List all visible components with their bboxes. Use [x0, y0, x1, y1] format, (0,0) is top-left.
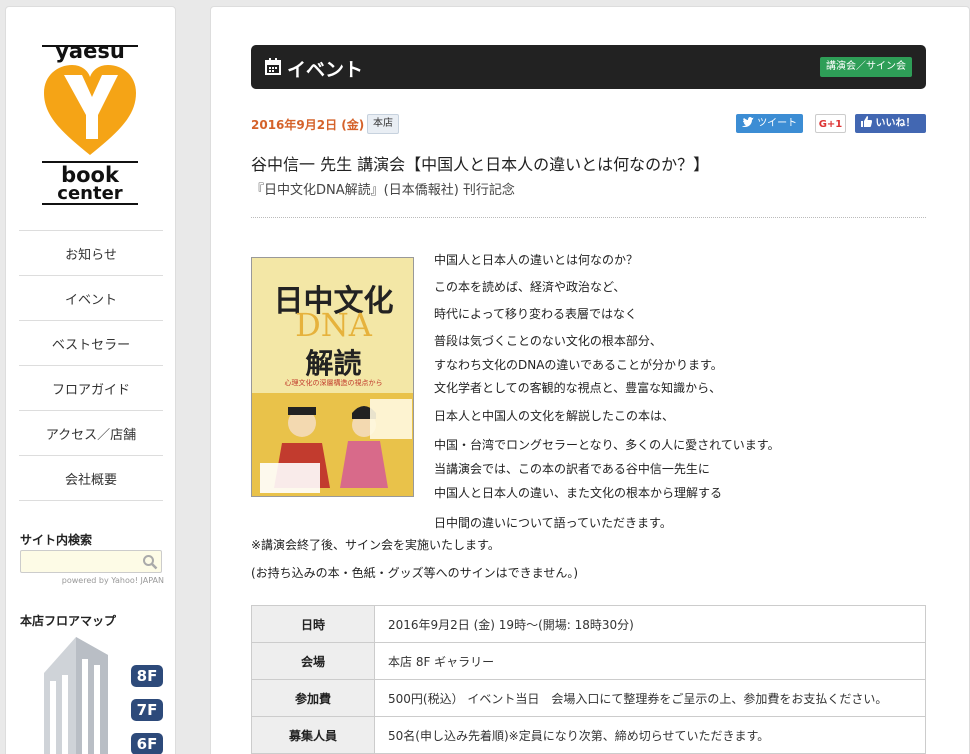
description-line: 当講演会では、この本の訳者である谷中信一先生に — [434, 461, 710, 476]
description-line: 中国人と日本人の違いとは何なのか？ — [434, 253, 639, 267]
calendar-icon — [265, 58, 281, 75]
sidebar-nav: お知らせ イベント ベストセラー フロアガイド アクセス／店舗 会社概要 — [19, 230, 163, 501]
nav-item-bestsellers[interactable]: ベストセラー — [19, 321, 163, 366]
book-cover-tagline: 心理文化の深層構造の視点から — [284, 379, 383, 387]
description-line: 中国・台湾でロングセラーとなり、多くの人に愛されています。 — [434, 437, 780, 452]
event-title: 谷中信一 先生 講演会【中国人と日本人の違いとは何なのか？】 — [251, 155, 710, 174]
description-line: 文化学者としての客観的な視点と、豊富な知識から、 — [434, 380, 722, 395]
nav-item-floor-guide[interactable]: フロアガイド — [19, 366, 163, 411]
detail-value: 500円(税込） イベント当日 会場入口にて整理券をご呈示の上、参加費をお支払く… — [374, 679, 926, 717]
description-line: 日本人と中国人の文化を解説したこの本は、 — [434, 408, 675, 423]
logo-text-center: center — [57, 183, 123, 204]
event-subtitle: 『日中文化DNA解読』(日本僑報社) 刊行記念 — [251, 183, 515, 198]
nav-item-news[interactable]: お知らせ — [19, 231, 163, 276]
page-title: イベント — [287, 59, 364, 81]
floor-badge-6f[interactable]: 6F — [131, 733, 163, 754]
nav-item-company[interactable]: 会社概要 — [19, 456, 163, 501]
sidebar: yaesu book center お知らせ イベント ベストセラー フロアガイ… — [5, 6, 176, 754]
section-header: イベント 講演会／サイン会 — [251, 45, 926, 89]
description-line: この本を読めば、経済や政治など、 — [434, 279, 626, 294]
detail-value: 本店 8F ギャラリー — [374, 642, 926, 680]
like-label: いいね！ — [875, 118, 916, 129]
category-badge[interactable]: 講演会／サイン会 — [820, 57, 912, 77]
book-cover-kaidoku: 解読 — [305, 347, 362, 380]
yaesu-logo[interactable]: yaesu book center — [42, 41, 138, 205]
heart-logo-icon — [44, 65, 136, 155]
gplus-button[interactable]: G+1 — [815, 114, 846, 133]
event-date: 2016年9月2日 (金) — [251, 118, 365, 132]
nav-item-access[interactable]: アクセス／店舗 — [19, 411, 163, 456]
description-line: すなわち文化のDNAの違いであることが分かります。 — [434, 357, 723, 372]
floor-label-8f: 8F — [136, 667, 158, 685]
book-cover-dna: DNA — [295, 306, 372, 344]
book-cover-image: 日中文化 DNA 解読 心理文化の深層構造の視点から — [251, 257, 414, 497]
description-line: 普段は気づくことのない文化の根本部分、 — [434, 333, 662, 348]
detail-key: 参加費 — [251, 679, 375, 717]
powered-by-yahoo: powered by Yahoo! JAPAN — [61, 576, 164, 585]
event-details-table: 日時 2016年9月2日 (金) 19時～(開場: 18時30分) 会場 本店 8F… — [251, 605, 926, 754]
floor-map-title: 本店フロアマップ — [20, 614, 117, 628]
detail-key: 日時 — [251, 605, 375, 643]
table-row: 参加費 500円(税込） イベント当日 会場入口にて整理券をご呈示の上、参加費をお… — [251, 679, 926, 717]
floor-badge-8f[interactable]: 8F — [131, 665, 163, 687]
store-tag: 本店 — [367, 114, 399, 134]
event-note: ※講演会終了後、サイン会を実施いたします。 — [251, 538, 500, 552]
event-description: 中国人と日本人の違いとは何なのか？ この本を読めば、経済や政治など、 時代によっ… — [434, 247, 780, 536]
main-content: イベント 講演会／サイン会 2016年9月2日 (金) 本店 ツイート G+1 … — [210, 6, 970, 754]
table-row: 会場 本店 8F ギャラリー — [251, 642, 926, 680]
search-title: サイト内検索 — [20, 533, 93, 547]
table-row: 募集人員 50名(申し込み先着順)※定員になり次第、締め切らせていただきます。 — [251, 716, 926, 754]
facebook-like-button[interactable]: いいね！ — [855, 114, 926, 133]
detail-key: 募集人員 — [251, 716, 375, 754]
detail-value: 50名(申し込み先着順)※定員になり次第、締め切らせていただきます。 — [374, 716, 926, 754]
floor-label-7f: 7F — [136, 701, 158, 719]
floor-label-6f: 6F — [136, 735, 158, 753]
tweet-button[interactable]: ツイート — [736, 114, 803, 133]
floor-map[interactable]: 8F 7F 6F — [36, 633, 163, 754]
table-row: 日時 2016年9月2日 (金) 19時～(開場: 18時30分) — [251, 605, 926, 643]
search-box — [20, 550, 162, 574]
nav-item-events[interactable]: イベント — [19, 276, 163, 321]
detail-key: 会場 — [251, 642, 375, 680]
description-line: 時代によって移り変わる表層ではなく — [434, 306, 638, 321]
search-input[interactable] — [21, 552, 136, 574]
description-line: 中国人と日本人の違い、また文化の根本から理解する — [434, 485, 723, 500]
event-note: (お持ち込みの本・色紙・グッズ等へのサインはできません。) — [251, 566, 579, 580]
thumbs-up-icon — [861, 116, 872, 127]
search-icon[interactable] — [142, 554, 158, 570]
floor-badge-7f[interactable]: 7F — [131, 699, 163, 721]
detail-value: 2016年9月2日 (金) 19時～(開場: 18時30分) — [374, 605, 926, 643]
book-illustration-icon — [260, 399, 412, 493]
twitter-icon — [742, 117, 754, 127]
tweet-label: ツイート — [757, 118, 798, 129]
divider — [251, 217, 926, 218]
description-line: 日中間の違いについて語っていただきます。 — [434, 515, 672, 530]
